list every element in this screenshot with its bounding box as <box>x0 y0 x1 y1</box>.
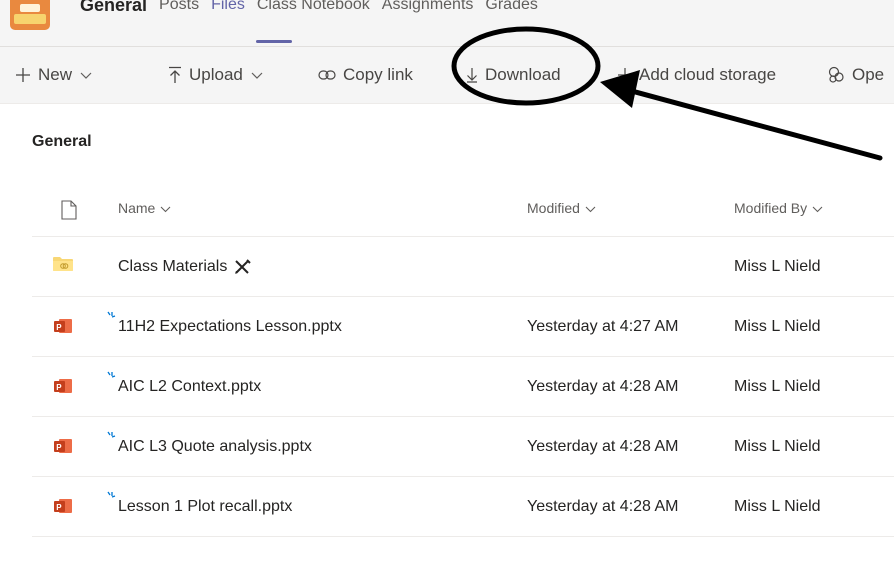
upload-icon <box>168 66 182 84</box>
new-label: New <box>38 65 73 84</box>
column-header-name-label: Name <box>118 200 156 216</box>
chevron-down-icon <box>160 200 171 216</box>
new-button[interactable]: New <box>15 47 92 103</box>
svg-text:P: P <box>56 383 62 392</box>
modified-by: Miss L Nield <box>734 378 821 395</box>
open-in-sharepoint-button[interactable]: Ope <box>827 47 884 103</box>
folder-icon <box>53 256 73 277</box>
powerpoint-icon: P <box>53 376 73 401</box>
svg-text:P: P <box>56 443 62 452</box>
modified-date: Yesterday at 4:28 AM <box>527 378 679 395</box>
modified-date: Yesterday at 4:27 AM <box>527 318 679 335</box>
file-name[interactable]: Class Materials <box>118 237 253 297</box>
copy-link-button[interactable]: Copy link <box>318 47 413 103</box>
file-type-icon <box>61 200 77 225</box>
modified-by: Miss L Nield <box>734 438 821 455</box>
channel-header: General Posts Files Class Notebook Assig… <box>0 0 894 47</box>
plus-icon <box>15 67 31 83</box>
tab-grades[interactable]: Grades <box>485 0 537 14</box>
new-file-indicator-icon <box>104 430 116 448</box>
command-bar: New Upload Copy link Download Add cloud … <box>0 47 894 104</box>
channel-name: General <box>80 0 148 15</box>
active-tab-indicator <box>256 40 292 43</box>
modified-date: Yesterday at 4:28 AM <box>527 438 679 455</box>
download-button[interactable]: Download <box>466 47 561 103</box>
tab-assignments[interactable]: Assignments <box>382 0 474 14</box>
file-name[interactable]: 11H2 Expectations Lesson.pptx <box>118 297 342 357</box>
table-row[interactable]: P AIC L3 Quote analysis.pptx Yesterday a… <box>32 416 894 477</box>
team-logo <box>10 0 50 30</box>
table-row[interactable]: P AIC L2 Context.pptx Yesterday at 4:28 … <box>32 356 894 417</box>
new-file-indicator-icon <box>104 370 116 388</box>
file-name[interactable]: AIC L2 Context.pptx <box>118 357 261 417</box>
chevron-down-icon <box>585 200 596 216</box>
table-row[interactable]: Class Materials Miss L Nield <box>32 236 894 297</box>
sharepoint-icon <box>827 66 845 84</box>
modified-date: Yesterday at 4:28 AM <box>527 498 679 515</box>
column-header-modified-by[interactable]: Modified By <box>734 200 823 216</box>
new-file-indicator-icon <box>104 310 116 328</box>
table-row[interactable]: P Lesson 1 Plot recall.pptx Yesterday at… <box>32 476 894 537</box>
new-file-indicator-icon <box>104 490 116 508</box>
sync-blocked-icon <box>233 258 253 276</box>
modified-by: Miss L Nield <box>734 318 821 335</box>
plus-icon <box>618 68 632 82</box>
channel-tabs: General Posts Files Class Notebook Assig… <box>80 0 550 19</box>
svg-text:P: P <box>56 503 62 512</box>
column-header-modified-by-label: Modified By <box>734 200 808 216</box>
tab-class-notebook[interactable]: Class Notebook <box>257 0 370 14</box>
tab-files[interactable]: Files <box>211 0 245 14</box>
powerpoint-icon: P <box>53 496 73 521</box>
upload-label: Upload <box>189 65 243 84</box>
modified-by: Miss L Nield <box>734 498 821 515</box>
chevron-down-icon <box>812 200 823 216</box>
download-label: Download <box>485 65 561 84</box>
open-label: Ope <box>852 65 885 84</box>
powerpoint-icon: P <box>53 436 73 461</box>
link-icon <box>318 69 336 81</box>
column-header-modified-label: Modified <box>527 200 580 216</box>
modified-by: Miss L Nield <box>734 258 821 275</box>
chevron-down-icon <box>251 65 263 85</box>
add-cloud-storage-label: Add cloud storage <box>639 65 777 84</box>
copy-link-label: Copy link <box>343 65 413 84</box>
svg-text:P: P <box>56 323 62 332</box>
download-icon <box>466 67 478 83</box>
column-header-modified[interactable]: Modified <box>527 200 596 216</box>
upload-button[interactable]: Upload <box>168 47 263 103</box>
tab-posts[interactable]: Posts <box>159 0 199 14</box>
list-bottom-divider <box>32 536 894 537</box>
powerpoint-icon: P <box>53 316 73 341</box>
folder-title: General <box>32 133 92 150</box>
file-name[interactable]: Lesson 1 Plot recall.pptx <box>118 477 292 537</box>
chevron-down-icon <box>80 65 92 85</box>
add-cloud-storage-button[interactable]: Add cloud storage <box>618 47 776 103</box>
column-header-name[interactable]: Name <box>118 200 171 216</box>
file-name[interactable]: AIC L3 Quote analysis.pptx <box>118 417 312 477</box>
file-name-text: Class Materials <box>118 258 228 275</box>
table-row[interactable]: P 11H2 Expectations Lesson.pptx Yesterda… <box>32 296 894 357</box>
